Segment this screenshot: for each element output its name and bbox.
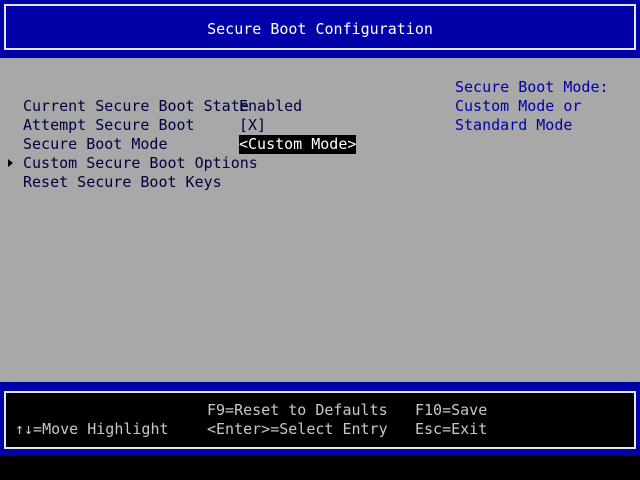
page-title: Secure Boot Configuration: [207, 20, 433, 38]
help-text-line: Custom Mode or: [455, 97, 582, 115]
enter-select-hint: <Enter>=Select Entry: [207, 420, 388, 438]
f10-save-hint: F10=Save: [415, 401, 488, 419]
reset-secure-boot-keys-link[interactable]: Reset Secure Boot Keys: [23, 173, 222, 192]
current-secure-boot-state-value: Enabled: [239, 97, 303, 115]
attempt-secure-boot-label[interactable]: Attempt Secure Boot: [23, 116, 195, 135]
secure-boot-mode-label[interactable]: Secure Boot Mode: [23, 135, 168, 154]
move-highlight-hint: ↑↓=Move Highlight: [15, 420, 169, 438]
attempt-secure-boot-checkbox[interactable]: [X]: [239, 116, 266, 135]
secure-boot-mode-select[interactable]: <Custom Mode>: [239, 135, 357, 154]
submenu-arrow-icon: [8, 159, 13, 167]
help-text-line: Standard Mode: [455, 116, 573, 134]
help-text-line: Secure Boot Mode:: [455, 78, 609, 96]
esc-exit-hint: Esc=Exit: [415, 420, 488, 438]
custom-secure-boot-options-link[interactable]: Custom Secure Boot Options: [23, 154, 258, 173]
f9-reset-hint: F9=Reset to Defaults: [207, 401, 388, 419]
current-secure-boot-state-label: Current Secure Boot State: [23, 97, 249, 115]
